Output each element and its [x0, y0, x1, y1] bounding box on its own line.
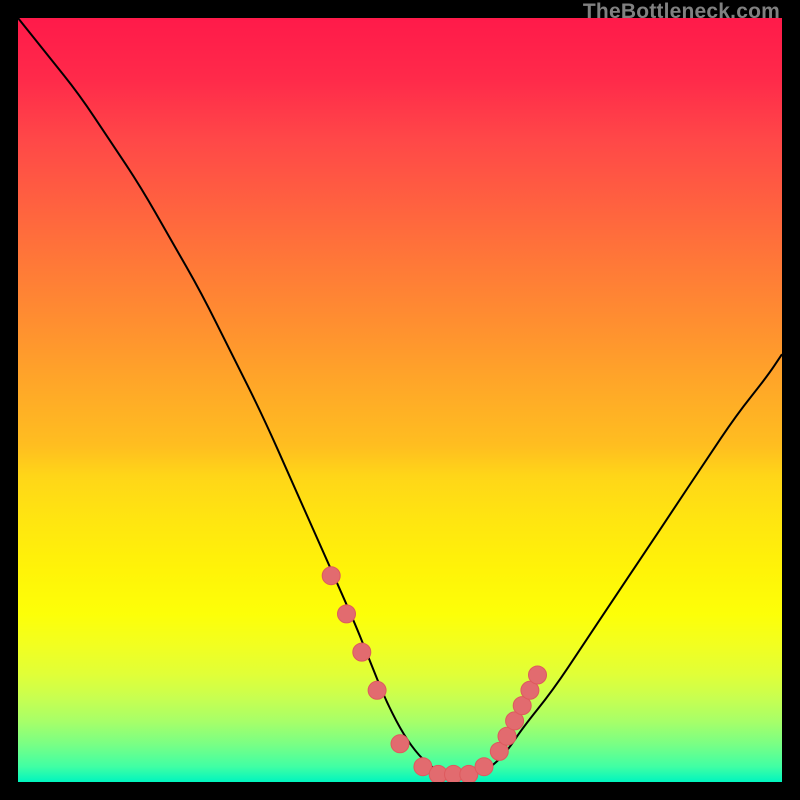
- marker-point: [353, 643, 371, 661]
- marker-point: [475, 758, 493, 776]
- chart-frame: TheBottleneck.com: [0, 0, 800, 800]
- marker-point: [391, 735, 409, 753]
- marker-point: [338, 605, 356, 623]
- marker-point: [529, 666, 547, 684]
- marker-point: [322, 567, 340, 585]
- curve-layer: [18, 18, 782, 782]
- marker-group: [322, 567, 546, 782]
- bottleneck-curve: [18, 18, 782, 774]
- marker-point: [368, 681, 386, 699]
- plot-area: [18, 18, 782, 782]
